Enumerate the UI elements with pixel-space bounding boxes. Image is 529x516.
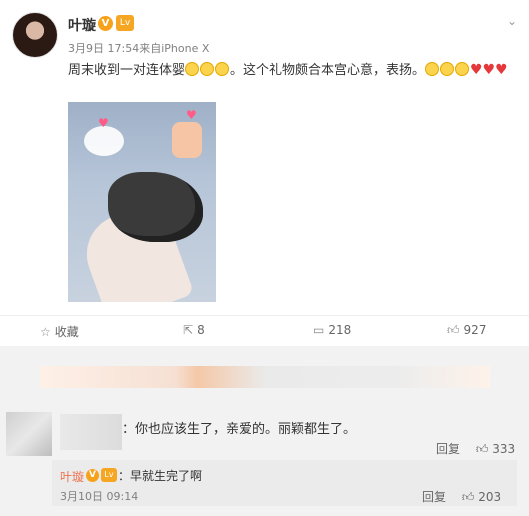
comment-count: 218 bbox=[328, 323, 352, 337]
heart-sticker-icon: ♥ bbox=[186, 108, 197, 122]
reply-actions: 回复 👍︎ 203 bbox=[422, 488, 501, 505]
post-text: 周末收到一对连体婴 。这个礼物颇合本宫心意，表扬。 ♥♥♥ bbox=[68, 60, 518, 81]
post-meta: 3月9日 17:54来自iPhone X bbox=[68, 40, 209, 56]
smile-emoji-icon bbox=[185, 62, 200, 76]
comment-text: ：你也应该生了，亲爱的。丽颖都生了。 bbox=[122, 422, 357, 437]
blurred-area bbox=[40, 366, 490, 388]
grin-emoji-icon bbox=[455, 62, 470, 76]
stone-image bbox=[108, 172, 203, 242]
reply-time: 3月10日 09:14 bbox=[60, 490, 139, 503]
cat-sticker-icon bbox=[84, 126, 124, 156]
grin-emoji-icon bbox=[425, 62, 440, 76]
author-name[interactable]: 叶璇 bbox=[68, 15, 96, 35]
comment-like-count: 333 bbox=[492, 442, 516, 456]
favorite-button[interactable]: ☆ 收藏 bbox=[40, 323, 79, 340]
level-badge: Lv bbox=[116, 15, 134, 31]
verified-badge: V bbox=[98, 16, 113, 31]
weibo-post: 叶璇 V Lv ⌄ 3月9日 17:54来自iPhone X 周末收到一对连体婴… bbox=[0, 0, 529, 346]
comment-icon: ▭ bbox=[313, 323, 325, 337]
post-text-part1: 周末收到一对连体婴 bbox=[68, 63, 186, 78]
like-button[interactable]: 👍︎ 927 bbox=[447, 323, 486, 338]
comment-button[interactable]: ▭ 218 bbox=[313, 323, 351, 337]
post-date: 3月9日 17:54 bbox=[68, 42, 140, 55]
reply-author[interactable]: 叶璇 bbox=[60, 468, 84, 485]
commenter-name-blurred bbox=[60, 414, 122, 450]
action-bar: ☆ 收藏 ⇱ 8 ▭ 218 👍︎ 927 bbox=[0, 315, 529, 345]
verified-badge: V bbox=[86, 469, 99, 482]
comment-actions: 回复 👍︎ 333 bbox=[436, 440, 515, 457]
heart-sticker-icon: ♥ bbox=[98, 116, 109, 130]
favorite-label: 收藏 bbox=[54, 325, 79, 339]
comment-reply-button[interactable]: 回复 bbox=[436, 442, 460, 456]
reply-reply-button[interactable]: 回复 bbox=[422, 490, 446, 504]
grin-emoji-icon bbox=[440, 62, 455, 76]
like-count: 927 bbox=[463, 323, 487, 337]
thumbs-up-icon[interactable]: 👍︎ bbox=[462, 490, 475, 504]
reply-like-count: 203 bbox=[478, 490, 502, 504]
repost-icon: ⇱ bbox=[183, 323, 194, 337]
thumbs-up-icon: 👍︎ bbox=[447, 323, 460, 337]
star-icon: ☆ bbox=[40, 325, 51, 339]
finger-heart-sticker-icon bbox=[172, 122, 202, 158]
commenter-avatar-blurred bbox=[6, 412, 52, 456]
reply-text: ：早就生完了啊 bbox=[118, 469, 203, 483]
source-prefix: 来自 bbox=[139, 42, 162, 55]
post-source[interactable]: iPhone X bbox=[161, 42, 209, 55]
post-photo[interactable]: ♥ ♥ bbox=[68, 102, 216, 302]
smile-emoji-icon bbox=[215, 62, 230, 76]
level-badge: Lv bbox=[101, 468, 117, 482]
avatar[interactable] bbox=[12, 12, 58, 58]
post-text-part2: 。这个礼物颇合本宫心意，表扬。 bbox=[230, 63, 426, 78]
repost-button[interactable]: ⇱ 8 bbox=[183, 323, 205, 337]
chevron-down-icon[interactable]: ⌄ bbox=[507, 14, 517, 28]
heart-icons: ♥♥♥ bbox=[470, 62, 508, 78]
repost-count: 8 bbox=[197, 323, 205, 337]
thumbs-up-icon[interactable]: 👍︎ bbox=[476, 442, 489, 456]
smile-emoji-icon bbox=[200, 62, 215, 76]
